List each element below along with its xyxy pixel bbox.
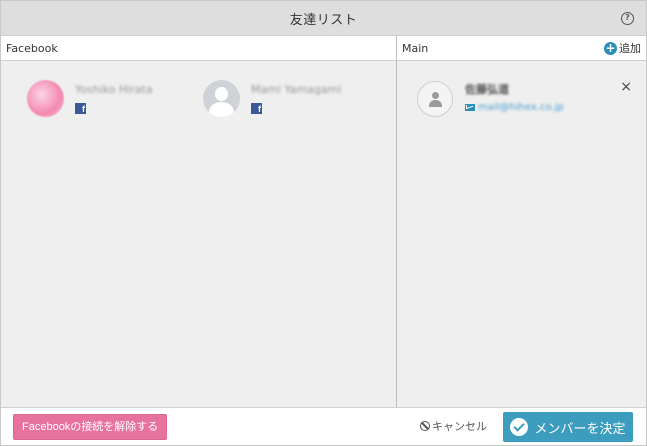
cancel-icon <box>420 421 430 431</box>
plus-circle-icon: + <box>604 40 617 55</box>
facebook-column: Facebook Yoshiko Hirata f Mami Yamagami … <box>1 36 397 407</box>
dialog-title: 友達リスト <box>289 12 358 28</box>
add-button[interactable]: + 追加 <box>604 40 641 56</box>
user-icon <box>417 81 453 117</box>
help-icon[interactable]: ? <box>621 12 634 25</box>
title-bar: 友達リスト ? <box>1 1 646 36</box>
friend-avatar <box>27 80 64 117</box>
main-header: Main + 追加 <box>397 36 646 61</box>
friend-name: Yoshiko Hirata <box>75 83 153 96</box>
member-name: 佐藤弘道 <box>465 83 509 96</box>
friend-item[interactable]: Mami Yamagami f <box>203 80 341 117</box>
cancel-label: キャンセル <box>432 420 487 433</box>
add-label: 追加 <box>619 42 641 55</box>
main-column: Main + 追加 佐藤弘道 mail@hihex.co.jp × <box>397 36 646 407</box>
footer: Facebookの接続を解除する キャンセル メンバーを決定 <box>1 407 646 445</box>
member-item: 佐藤弘道 mail@hihex.co.jp <box>417 81 627 117</box>
disconnect-facebook-button[interactable]: Facebookの接続を解除する <box>13 414 168 440</box>
cancel-button[interactable]: キャンセル <box>420 418 487 434</box>
check-circle-icon <box>510 418 529 436</box>
columns: Facebook Yoshiko Hirata f Mami Yamagami … <box>1 36 646 407</box>
member-email: mail@hihex.co.jp <box>478 102 564 113</box>
mail-icon <box>465 104 475 111</box>
facebook-header-label: Facebook <box>6 41 58 55</box>
facebook-icon: f <box>251 103 262 114</box>
facebook-header: Facebook <box>1 36 396 61</box>
friend-name: Mami Yamagami <box>251 83 342 96</box>
friend-list-dialog: 友達リスト ? Facebook Yoshiko Hirata f Mami Y… <box>0 0 647 446</box>
confirm-members-label: メンバーを決定 <box>534 421 626 437</box>
remove-member-button[interactable]: × <box>620 79 632 95</box>
friend-item[interactable]: Yoshiko Hirata f <box>27 80 153 117</box>
default-avatar-icon <box>203 80 240 117</box>
main-header-label: Main <box>402 41 429 55</box>
confirm-members-button[interactable]: メンバーを決定 <box>503 412 633 442</box>
facebook-friend-list: Yoshiko Hirata f Mami Yamagami f <box>1 61 396 117</box>
facebook-icon: f <box>75 103 86 114</box>
